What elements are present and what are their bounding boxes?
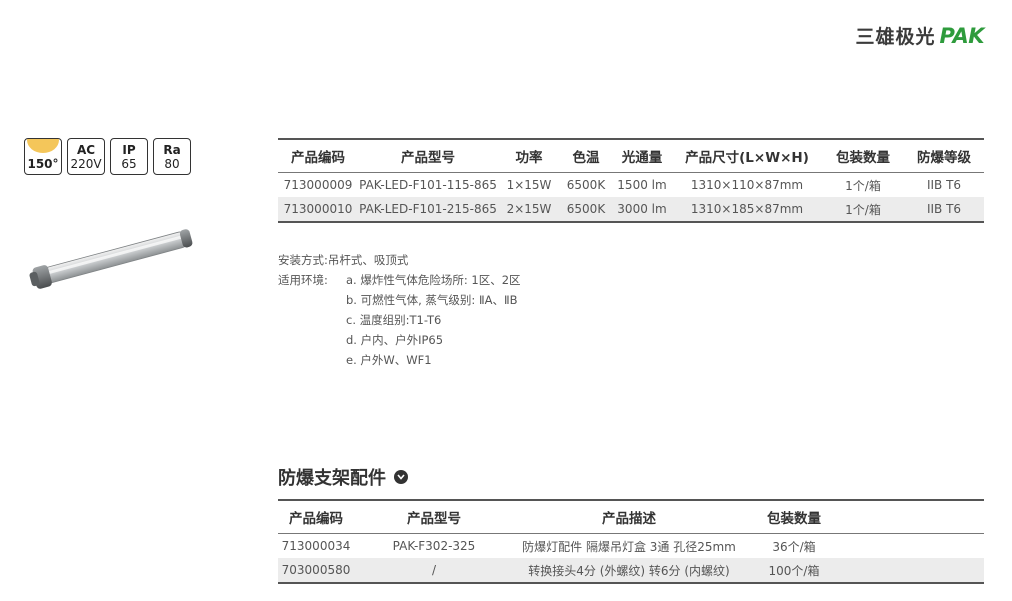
product-table: 产品编码 产品型号 功率 色温 光通量 产品尺寸(L×W×H) 包装数量 防爆等… [278, 138, 984, 223]
env-list: a. 爆炸性气体危险场所: 1区、2区 b. 可燃性气体, 蒸气级别: ⅡA、Ⅱ… [346, 270, 521, 370]
list-item: d. 户内、户外IP65 [346, 333, 444, 347]
beam-angle-value: 150° [27, 157, 59, 171]
col-header: 产品编码 [291, 150, 345, 166]
cell: / [354, 558, 514, 583]
cell: 713000034 [281, 539, 351, 553]
table-header-row: 产品编码 产品型号 产品描述 包装数量 [278, 500, 984, 534]
cell: IIB T6 [904, 197, 984, 222]
cell: 713000009 [283, 178, 353, 192]
cell: 1500 lm [617, 178, 667, 192]
cell: 36个/箱 [772, 539, 816, 554]
table-row: 713000010 PAK-LED-F101-215-865 2×15W 650… [278, 197, 984, 222]
mount-row: 安装方式: 吊杆式、吸顶式 [278, 250, 521, 270]
ip-badge: IP 65 [110, 138, 148, 175]
table-header-row: 产品编码 产品型号 功率 色温 光通量 产品尺寸(L×W×H) 包装数量 防爆等… [278, 139, 984, 173]
col-header: 产品型号 [401, 150, 455, 166]
cell: 2×15W [498, 197, 560, 222]
cell-empty [844, 558, 984, 583]
cell: PAK-LED-F101-115-865 [359, 178, 497, 192]
ra-badge: Ra 80 [153, 138, 191, 175]
explosion-proof-lamp-image [29, 229, 193, 289]
cell: 转换接头4分 (外螺纹) 转6分 (内螺纹) [514, 558, 744, 583]
mount-label: 安装方式: [278, 253, 328, 267]
table-row: 713000009 PAK-LED-F101-115-865 1×15W 650… [278, 173, 984, 198]
cell: 1×15W [506, 178, 552, 192]
section-title: 防爆支架配件 [278, 468, 386, 489]
list-item: b. 可燃性气体, 蒸气级别: ⅡA、ⅡB [346, 293, 518, 307]
cell: 3000 lm [612, 197, 672, 222]
col-header: 产品型号 [407, 511, 461, 527]
col-header: 产品编码 [289, 511, 343, 527]
voltage-value: 220V [70, 156, 102, 171]
cell: 1310×110×87mm [690, 178, 804, 192]
env-row: 适用环境: a. 爆炸性气体危险场所: 1区、2区 b. 可燃性气体, 蒸气级别… [278, 270, 521, 370]
cell: 1个/箱 [845, 178, 881, 193]
col-header-empty [844, 500, 984, 534]
cell: 1310×185×87mm [672, 197, 822, 222]
spec-badges: 150° AC 220V IP 65 Ra 80 [24, 138, 191, 175]
col-header: 色温 [572, 150, 600, 166]
col-header: 功率 [515, 150, 543, 166]
cell: PAK-LED-F101-215-865 [358, 197, 498, 222]
col-header: 产品描述 [602, 511, 656, 527]
ip-value: 65 [121, 156, 137, 171]
cell: IIB T6 [926, 178, 962, 192]
cell: 713000010 [278, 197, 358, 222]
cell: 703000580 [278, 558, 354, 583]
voltage-badge: AC 220V [67, 138, 105, 175]
col-header: 光通量 [621, 150, 663, 166]
env-label: 适用环境: [278, 273, 328, 287]
list-item: c. 温度组别:T1-T6 [346, 313, 442, 327]
cell: 1个/箱 [822, 197, 904, 222]
col-header: 防爆等级 [917, 150, 971, 166]
install-info: 安装方式: 吊杆式、吸顶式 适用环境: a. 爆炸性气体危险场所: 1区、2区 … [278, 250, 521, 370]
list-item: e. 户外W、WF1 [346, 353, 432, 367]
cell-empty [844, 534, 984, 559]
brand-logo: 三雄极光 PAK [855, 22, 984, 49]
beam-angle-badge: 150° [24, 138, 62, 175]
table-row: 713000034 PAK-F302-325 防爆灯配件 隔爆吊灯盒 3通 孔径… [278, 534, 984, 559]
table-row: 703000580 / 转换接头4分 (外螺纹) 转6分 (内螺纹) 100个/… [278, 558, 984, 583]
col-header: 包装数量 [836, 150, 890, 166]
brand-name-en: PAK [939, 23, 985, 48]
beam-icon [27, 139, 59, 153]
cell: 6500K [560, 197, 612, 222]
mount-value: 吊杆式、吸顶式 [327, 253, 409, 267]
chevron-down-icon[interactable] [394, 470, 408, 484]
accessories-section-header[interactable]: 防爆支架配件 [278, 464, 408, 490]
cell: 防爆灯配件 隔爆吊灯盒 3通 孔径25mm [522, 539, 736, 554]
list-item: a. 爆炸性气体危险场所: 1区、2区 [346, 273, 521, 287]
ra-value: 80 [164, 156, 180, 171]
accessories-table: 产品编码 产品型号 产品描述 包装数量 713000034 PAK-F302-3… [278, 499, 984, 584]
brand-name-cn: 三雄极光 [855, 26, 936, 48]
ip-label: IP [122, 142, 136, 157]
cell: PAK-F302-325 [392, 539, 476, 553]
col-header: 包装数量 [767, 511, 821, 527]
ra-label: Ra [163, 142, 181, 157]
voltage-label: AC [76, 142, 96, 157]
cell: 100个/箱 [744, 558, 844, 583]
cell: 6500K [566, 178, 606, 192]
col-header: 产品尺寸(L×W×H) [685, 150, 809, 166]
